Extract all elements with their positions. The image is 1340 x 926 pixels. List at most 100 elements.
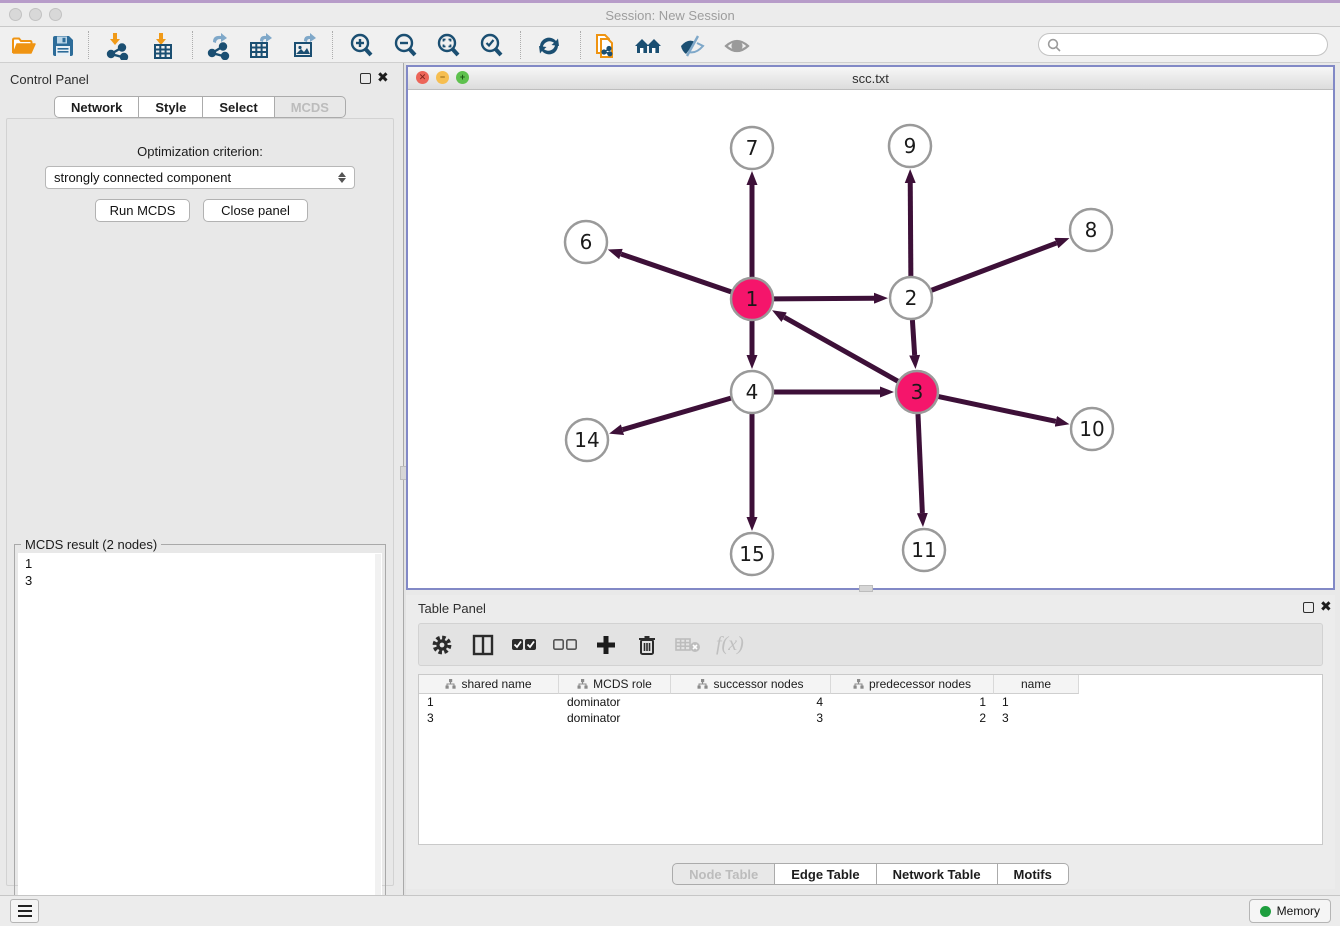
hide-selected-icon[interactable] (677, 32, 707, 59)
import-network-icon[interactable] (102, 32, 132, 59)
graph-node-6[interactable]: 6 (565, 221, 607, 263)
table-body: 1dominator4113dominator323 (419, 694, 1322, 726)
graph-node-label: 4 (746, 380, 759, 404)
table-tabs: Node TableEdge TableNetwork TableMotifs (406, 863, 1335, 885)
table-cell: dominator (559, 710, 671, 726)
task-history-button[interactable] (10, 899, 39, 923)
delete-column-icon[interactable] (634, 632, 660, 658)
graph-node-3[interactable]: 3 (896, 371, 938, 413)
graph-edge-4-14[interactable] (623, 398, 731, 430)
graph-node-1[interactable]: 1 (731, 278, 773, 320)
export-network-icon[interactable] (203, 32, 233, 59)
clone-network-icon[interactable] (590, 32, 620, 59)
tab-select[interactable]: Select (203, 96, 274, 118)
graph-node-11[interactable]: 11 (903, 529, 945, 571)
criterion-select[interactable]: strongly connected component (45, 166, 355, 189)
table-settings-icon[interactable] (429, 632, 455, 658)
window-title: Session: New Session (0, 8, 1340, 23)
column-header-name[interactable]: name (994, 675, 1079, 694)
graph-edge-2-9[interactable] (910, 183, 911, 276)
network-window-title: scc.txt (408, 71, 1333, 86)
graph-node-14[interactable]: 14 (566, 419, 608, 461)
graph-node-label: 1 (746, 287, 759, 311)
graph-edge-3-1[interactable] (784, 317, 898, 381)
delete-table-icon (675, 632, 701, 658)
mcds-result-box: MCDS result (2 nodes) 1 3 (14, 544, 386, 924)
graph-node-8[interactable]: 8 (1070, 209, 1112, 251)
table-row[interactable]: 3dominator323 (419, 710, 1322, 726)
graph-node-2[interactable]: 2 (890, 277, 932, 319)
node-table: shared nameMCDS rolesuccessor nodesprede… (418, 674, 1323, 845)
graph-edge-2-3[interactable] (912, 320, 914, 355)
add-column-icon[interactable] (593, 632, 619, 658)
float-panel-icon[interactable] (360, 73, 371, 84)
network-graph-canvas[interactable]: 1 2 3 4 6 7 8 9 10 11 14 15 (408, 90, 1333, 588)
save-session-icon[interactable] (48, 32, 78, 59)
memory-button[interactable]: Memory (1249, 899, 1331, 923)
memory-label: Memory (1277, 904, 1320, 918)
graph-node-15[interactable]: 15 (731, 533, 773, 575)
column-header-successor-nodes[interactable]: successor nodes (671, 675, 831, 694)
network-window-titlebar[interactable]: ✕ − + scc.txt (408, 67, 1333, 90)
select-all-icon[interactable] (511, 632, 537, 658)
column-type-icon (853, 679, 864, 689)
result-scrollbar[interactable] (375, 554, 381, 919)
criterion-value: strongly connected component (54, 170, 231, 185)
export-table-icon[interactable] (246, 32, 276, 59)
tab-network[interactable]: Network (54, 96, 139, 118)
close-panel-icon[interactable]: ✖ (377, 69, 389, 86)
table-cell: dominator (559, 694, 671, 710)
import-table-icon[interactable] (148, 32, 178, 59)
table-close-panel-icon[interactable]: ✖ (1320, 598, 1332, 615)
graph-node-label: 2 (905, 286, 918, 310)
table-float-panel-icon[interactable] (1303, 602, 1314, 613)
zoom-in-icon[interactable] (347, 32, 377, 59)
apply-layout-icon[interactable] (534, 32, 564, 59)
graph-edge-3-10[interactable] (939, 397, 1056, 422)
graph-edge-1-2[interactable] (774, 298, 874, 299)
mcds-panel: Optimization criterion: strongly connect… (6, 118, 394, 886)
network-view-window: ✕ − + scc.txt 1 2 3 4 6 7 8 9 10 11 14 15 (406, 65, 1335, 590)
graph-edge-1-6[interactable] (621, 254, 731, 292)
graph-node-label: 8 (1085, 218, 1098, 242)
column-header-shared-name[interactable]: shared name (419, 675, 559, 694)
zoom-fit-icon[interactable] (434, 32, 464, 59)
splitter-grab-handle-horizontal[interactable] (859, 585, 873, 592)
graph-edge-2-8[interactable] (932, 243, 1057, 290)
export-image-icon[interactable] (290, 32, 320, 59)
column-header-MCDS-role[interactable]: MCDS role (559, 675, 671, 694)
graph-node-label: 10 (1079, 417, 1104, 441)
tab-node-table[interactable]: Node Table (672, 863, 775, 885)
zoom-out-icon[interactable] (391, 32, 421, 59)
table-row[interactable]: 1dominator411 (419, 694, 1322, 710)
deselect-all-icon[interactable] (552, 632, 578, 658)
run-mcds-button[interactable]: Run MCDS (95, 199, 190, 222)
graph-edge-3-11[interactable] (918, 414, 922, 513)
open-file-icon[interactable] (8, 32, 38, 59)
show-all-icon[interactable] (722, 32, 752, 59)
graph-node-9[interactable]: 9 (889, 125, 931, 167)
tab-edge-table[interactable]: Edge Table (775, 863, 876, 885)
main-toolbar (0, 27, 1340, 63)
close-panel-button[interactable]: Close panel (203, 199, 308, 222)
search-box[interactable] (1038, 33, 1328, 56)
first-neighbors-icon[interactable] (633, 32, 663, 59)
tab-mcds[interactable]: MCDS (275, 96, 346, 118)
tab-network-table[interactable]: Network Table (877, 863, 998, 885)
graph-node-7[interactable]: 7 (731, 127, 773, 169)
table-cell: 1 (831, 694, 994, 710)
control-panel-title: Control Panel (10, 72, 89, 87)
search-input[interactable] (1065, 36, 1327, 54)
graph-node-4[interactable]: 4 (731, 371, 773, 413)
table-toolbar: f(x) (418, 623, 1323, 666)
table-panel: Table Panel ✖ f(x) shared nameMCDS roles… (406, 595, 1335, 889)
column-header-predecessor-nodes[interactable]: predecessor nodes (831, 675, 994, 694)
graph-node-label: 6 (580, 230, 593, 254)
zoom-selected-icon[interactable] (477, 32, 507, 59)
graph-node-label: 11 (911, 538, 936, 562)
tab-style[interactable]: Style (139, 96, 203, 118)
column-selector-icon[interactable] (470, 632, 496, 658)
graph-node-10[interactable]: 10 (1071, 408, 1113, 450)
tab-motifs[interactable]: Motifs (998, 863, 1069, 885)
mcds-result-text[interactable]: 1 3 (18, 553, 382, 920)
